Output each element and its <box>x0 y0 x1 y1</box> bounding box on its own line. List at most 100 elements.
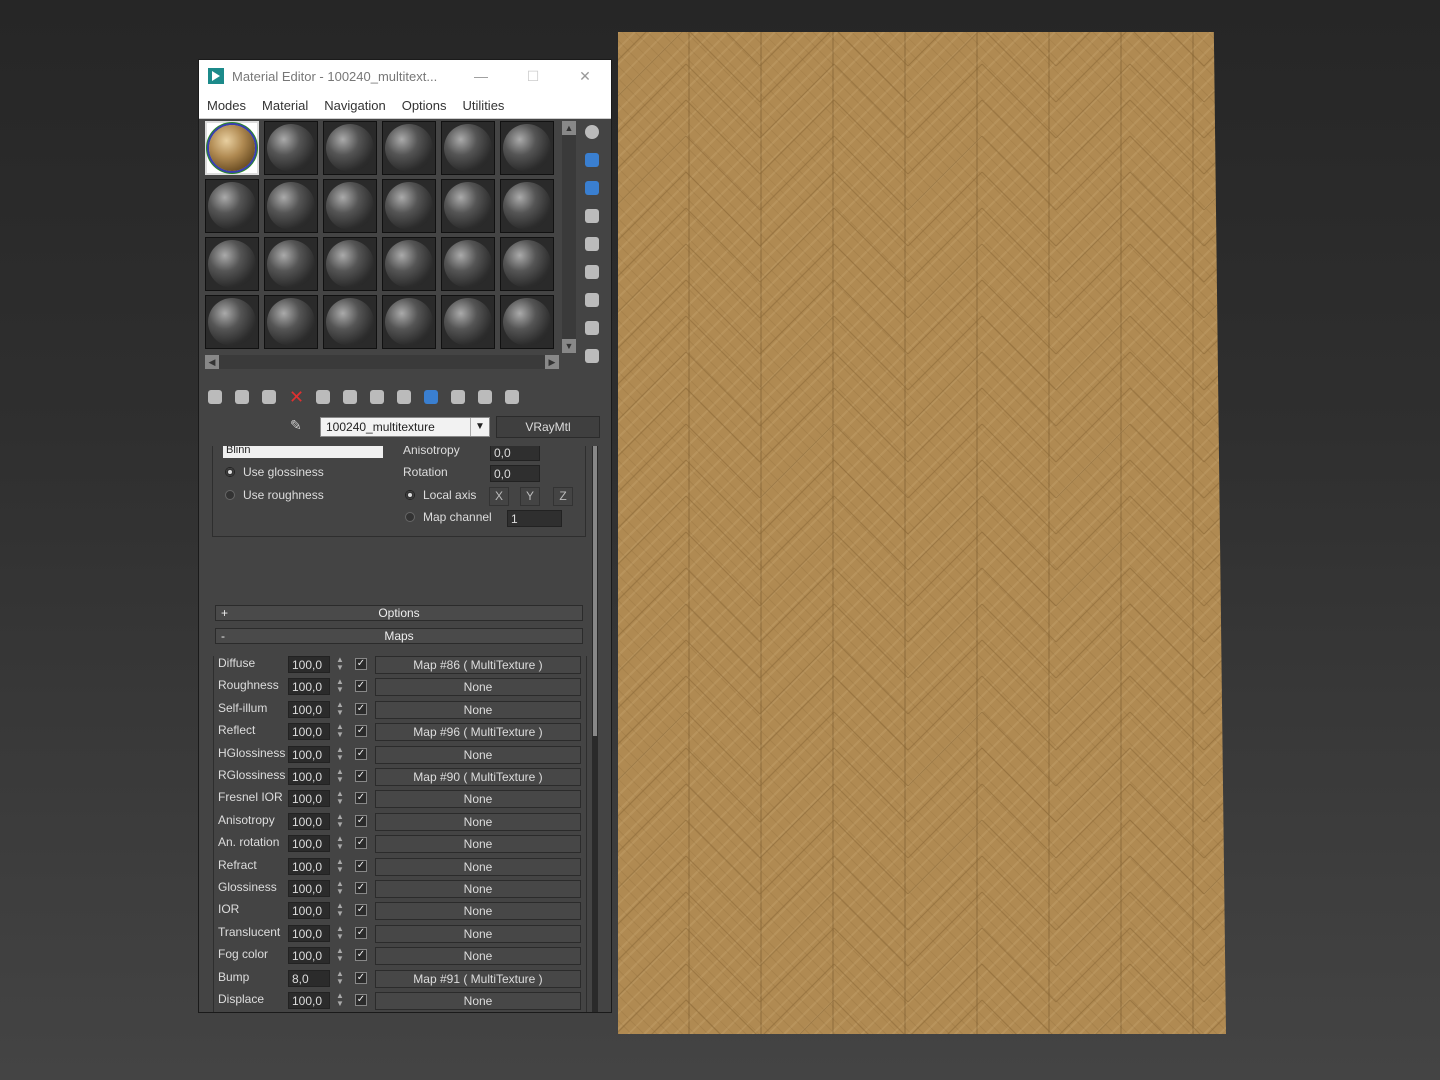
map-amount-spinner[interactable]: 100,0 <box>288 992 330 1009</box>
reset-map-icon[interactable]: ✕ <box>286 387 306 407</box>
maps-rollout[interactable]: - Maps <box>215 628 583 644</box>
spinner-arrows-icon[interactable]: ▲ ▼ <box>336 969 346 987</box>
map-enabled-checkbox[interactable]: ✓ <box>355 949 367 962</box>
go-to-sibling-icon[interactable] <box>502 387 522 407</box>
sample-slot[interactable] <box>382 237 436 291</box>
map-enabled-checkbox[interactable]: ✓ <box>355 702 367 715</box>
options-icon[interactable] <box>582 290 602 310</box>
map-slot-button[interactable]: None <box>375 902 581 921</box>
map-amount-spinner[interactable]: 100,0 <box>288 812 330 830</box>
select-by-material-icon[interactable] <box>582 318 602 338</box>
sample-slot[interactable] <box>500 237 554 291</box>
scroll-left-icon[interactable]: ◀ <box>205 355 219 369</box>
map-amount-spinner[interactable]: 100,0 <box>288 880 330 897</box>
make-unique-icon[interactable] <box>313 387 333 407</box>
map-slot-button[interactable]: None <box>375 790 581 809</box>
use-glossiness-radio[interactable]: Use glossiness <box>225 465 324 479</box>
menu-material[interactable]: Material <box>262 98 308 113</box>
map-slot-button[interactable]: Map #96 ( MultiTexture ) <box>375 723 581 742</box>
map-amount-spinner[interactable]: 100,0 <box>288 924 330 942</box>
maximize-button[interactable]: ☐ <box>507 60 559 92</box>
sample-slot[interactable] <box>441 237 495 291</box>
map-slot-button[interactable]: None <box>375 812 581 831</box>
show-map-in-viewport-icon[interactable] <box>394 387 414 407</box>
sample-slot[interactable] <box>205 179 259 233</box>
map-channel-spinner[interactable]: 1 <box>507 510 562 527</box>
make-preview-icon[interactable] <box>582 262 602 282</box>
put-to-library-icon[interactable] <box>340 387 360 407</box>
anisotropy-spinner[interactable]: 0,0 <box>490 446 540 461</box>
sample-slot[interactable] <box>323 295 377 349</box>
map-enabled-checkbox[interactable]: ✓ <box>355 725 367 738</box>
map-slot-button[interactable]: Map #91 ( MultiTexture ) <box>375 969 581 988</box>
sample-slot[interactable] <box>264 121 318 175</box>
sample-type-icon[interactable] <box>582 122 602 142</box>
sample-slot[interactable] <box>382 295 436 349</box>
eyedropper-icon[interactable]: ✎ <box>290 417 308 435</box>
map-amount-spinner[interactable]: 100,0 <box>288 902 330 920</box>
spinner-arrows-icon[interactable]: ▲ ▼ <box>336 947 346 964</box>
local-axis-radio[interactable]: Local axis <box>405 488 476 502</box>
spinner-arrows-icon[interactable]: ▲ ▼ <box>336 902 346 919</box>
map-slot-button[interactable]: Map #90 ( MultiTexture ) <box>375 768 581 786</box>
sample-slot[interactable] <box>323 121 377 175</box>
video-color-check-icon[interactable] <box>582 234 602 254</box>
go-forward-to-sibling-icon[interactable] <box>475 387 495 407</box>
map-enabled-checkbox[interactable]: ✓ <box>355 680 367 693</box>
axis-z-button[interactable]: Z <box>553 487 573 506</box>
map-slot-button[interactable]: None <box>375 992 581 1010</box>
map-amount-spinner[interactable]: 100,0 <box>288 678 330 696</box>
material-type-button[interactable]: VRayMtl <box>496 416 600 438</box>
map-enabled-checkbox[interactable]: ✓ <box>355 658 367 670</box>
sample-slot[interactable] <box>441 121 495 175</box>
map-slot-button[interactable]: None <box>375 835 581 854</box>
map-slot-button[interactable]: None <box>375 947 581 966</box>
map-enabled-checkbox[interactable]: ✓ <box>355 770 367 782</box>
put-to-scene-icon[interactable] <box>232 387 252 407</box>
sample-slot[interactable] <box>500 121 554 175</box>
sample-slot[interactable] <box>500 295 554 349</box>
sample-slot[interactable] <box>441 295 495 349</box>
map-slot-button[interactable]: None <box>375 924 581 943</box>
map-amount-spinner[interactable]: 100,0 <box>288 723 330 741</box>
sample-slot[interactable] <box>205 121 259 175</box>
axis-y-button[interactable]: Y <box>520 487 540 506</box>
rotation-spinner[interactable]: 0,0 <box>490 465 540 482</box>
go-to-parent-icon[interactable] <box>448 387 468 407</box>
map-amount-spinner[interactable]: 100,0 <box>288 745 330 763</box>
sample-slot[interactable] <box>323 237 377 291</box>
show-end-result-icon[interactable] <box>421 387 441 407</box>
scroll-right-icon[interactable]: ▶ <box>545 355 559 369</box>
spinner-arrows-icon[interactable]: ▲ ▼ <box>336 812 346 830</box>
sample-slot[interactable] <box>264 179 318 233</box>
menu-utilities[interactable]: Utilities <box>463 98 505 113</box>
slots-horizontal-scrollbar[interactable]: ◀ ▶ <box>205 355 559 369</box>
sample-slot[interactable] <box>323 179 377 233</box>
map-slot-button[interactable]: None <box>375 880 581 898</box>
background-icon[interactable] <box>582 178 602 198</box>
map-slot-button[interactable]: None <box>375 700 581 719</box>
spinner-arrows-icon[interactable]: ▲ ▼ <box>336 880 346 897</box>
slots-vertical-scrollbar[interactable]: ▲ ▼ <box>562 121 576 353</box>
assign-to-selection-icon[interactable] <box>259 387 279 407</box>
material-editor-window[interactable]: Material Editor - 100240_multitext... — … <box>198 59 612 1013</box>
map-enabled-checkbox[interactable]: ✓ <box>355 792 367 805</box>
map-enabled-checkbox[interactable]: ✓ <box>355 994 367 1006</box>
map-slot-button[interactable]: None <box>375 857 581 876</box>
spinner-arrows-icon[interactable]: ▲ ▼ <box>336 790 346 807</box>
map-channel-radio[interactable]: Map channel <box>405 510 492 524</box>
map-enabled-checkbox[interactable]: ✓ <box>355 814 367 827</box>
spinner-arrows-icon[interactable]: ▲ ▼ <box>336 723 346 740</box>
spinner-arrows-icon[interactable]: ▲ ▼ <box>336 700 346 718</box>
close-button[interactable]: ✕ <box>559 60 611 92</box>
map-amount-spinner[interactable]: 100,0 <box>288 857 330 875</box>
menu-navigation[interactable]: Navigation <box>324 98 385 113</box>
map-enabled-checkbox[interactable]: ✓ <box>355 837 367 850</box>
map-enabled-checkbox[interactable]: ✓ <box>355 971 367 984</box>
spinner-arrows-icon[interactable]: ▲ ▼ <box>336 835 346 852</box>
map-enabled-checkbox[interactable]: ✓ <box>355 904 367 917</box>
backlight-icon[interactable] <box>582 150 602 170</box>
sample-slot[interactable] <box>382 121 436 175</box>
map-enabled-checkbox[interactable]: ✓ <box>355 859 367 872</box>
spinner-arrows-icon[interactable]: ▲ ▼ <box>336 678 346 695</box>
